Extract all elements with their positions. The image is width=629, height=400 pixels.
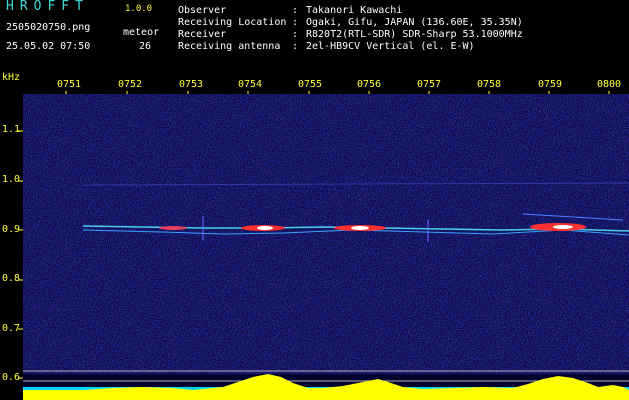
time-tick-label: 0759 [538, 79, 563, 90]
time-tick-label: 0800 [597, 79, 622, 90]
info-value-antenna: 2el-HB9CV Vertical (el. E-W) [306, 41, 475, 52]
time-tick-label: 0757 [417, 79, 442, 90]
info-sep-antenna: : [292, 41, 299, 52]
time-tick-label: 0751 [57, 79, 82, 90]
info-key-receiver: Receiver [178, 29, 227, 40]
info-key-observer: Observer [178, 5, 227, 16]
meteor-label: meteor [123, 27, 160, 38]
info-value-observer: Takanori Kawachi [306, 5, 403, 16]
khz-label: kHz [2, 72, 21, 83]
file-name: 2505020750.png [6, 22, 91, 33]
info-value-receiver: R820T2(RTL-SDR) SDR-Sharp 53.1000MHz [306, 29, 523, 40]
freq-tick-label: 0.9 [2, 224, 21, 235]
app-title: HROFFT [6, 0, 89, 14]
info-sep-location: : [292, 17, 299, 28]
freq-tick-label: 1.0 [2, 174, 21, 185]
freq-tick-label: 0.6 [2, 372, 21, 383]
time-tick-label: 0753 [179, 79, 204, 90]
spectrogram-canvas [23, 94, 629, 400]
time-tick-label: 0756 [357, 79, 382, 90]
info-key-location: Receiving Location [178, 17, 287, 28]
time-tick-label: 0758 [477, 79, 502, 90]
time-tick-label: 0755 [298, 79, 323, 90]
freq-tick-label: 0.7 [2, 323, 21, 334]
noise-texture [23, 94, 629, 374]
time-tick-label: 0752 [118, 79, 143, 90]
info-value-location: Ogaki, Gifu, JAPAN (136.60E, 35.35N) [306, 17, 523, 28]
datetime: 25.05.02 07:50 [6, 41, 91, 52]
time-tick-label: 0754 [238, 79, 263, 90]
info-sep-observer: : [292, 5, 299, 16]
freq-tick-label: 1.1 [2, 124, 21, 135]
info-key-antenna: Receiving antenna [178, 41, 281, 52]
spectrogram [23, 94, 629, 400]
meteor-count: 26 [139, 41, 152, 52]
freq-tick-label: 0.8 [2, 273, 21, 284]
info-sep-receiver: : [292, 29, 299, 40]
app-version: 1.0.0 [125, 4, 153, 14]
